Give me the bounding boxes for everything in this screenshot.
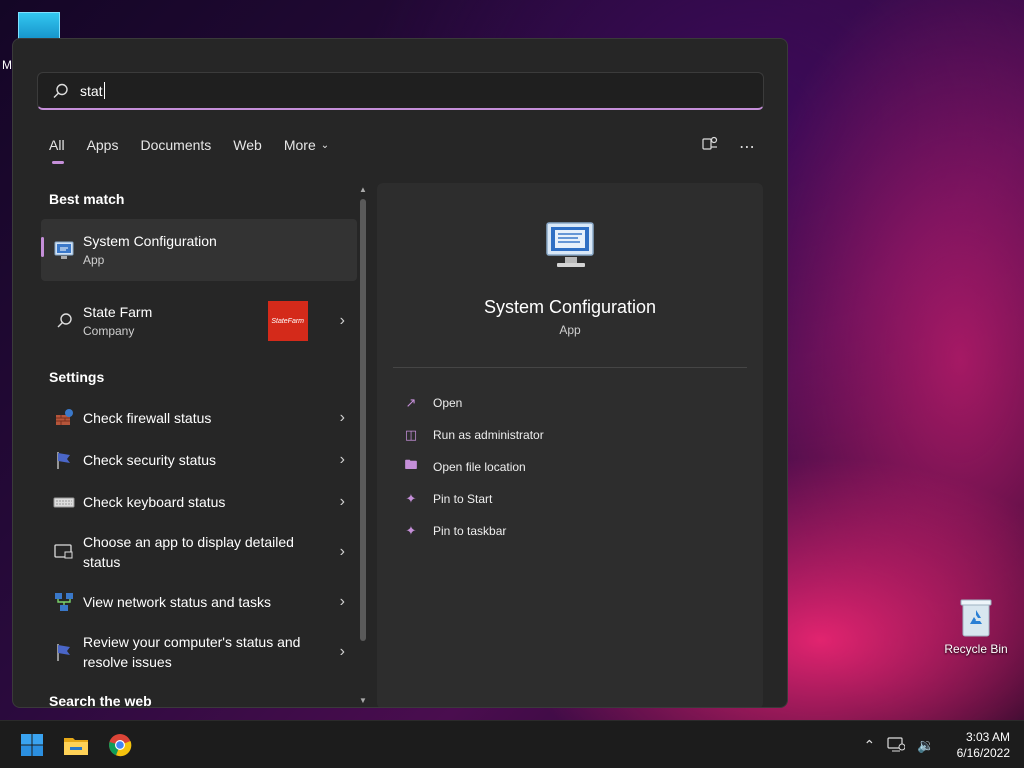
pin-to-taskbar-action[interactable]: ✦ Pin to taskbar bbox=[403, 515, 544, 547]
system-tray: ⌃ 🔉 3:03 AM 6/16/2022 bbox=[863, 721, 1010, 768]
pin-icon: ✦ bbox=[405, 523, 417, 538]
settings-item[interactable]: View network status and tasks › bbox=[41, 581, 357, 623]
chevron-right-icon[interactable]: › bbox=[340, 409, 345, 427]
tab-apps-label: Apps bbox=[86, 137, 119, 153]
keyboard-icon bbox=[53, 497, 75, 508]
settings-item-label: Choose an app to display detailed status bbox=[83, 534, 294, 570]
settings-item[interactable]: Check firewall status › bbox=[41, 397, 357, 439]
clock-time: 3:03 AM bbox=[965, 730, 1010, 744]
chevron-right-icon[interactable]: › bbox=[340, 451, 345, 469]
scrollbar-thumb[interactable] bbox=[360, 199, 366, 641]
text-caret bbox=[103, 82, 105, 99]
results-list: Best match System Configuration App Stat… bbox=[41, 179, 357, 708]
open-icon: ↗ bbox=[405, 395, 417, 410]
details-actions: ↗ Open ◫ Run as administrator 🖿 Open fil… bbox=[403, 387, 544, 547]
details-type: App bbox=[559, 323, 581, 337]
company-logo-thumbnail: StateFarm bbox=[267, 301, 308, 341]
search-icon bbox=[53, 83, 68, 98]
firewall-icon bbox=[56, 409, 73, 425]
details-divider bbox=[393, 367, 747, 368]
search-icon bbox=[57, 313, 72, 328]
settings-item[interactable]: Check keyboard status › bbox=[41, 481, 357, 523]
tab-documents-label: Documents bbox=[140, 137, 212, 153]
tab-more[interactable]: More ⌄ bbox=[284, 137, 329, 153]
best-match-subtitle: App bbox=[83, 253, 105, 267]
settings-item[interactable]: Review your computer's status and resolv… bbox=[41, 623, 357, 681]
open-action[interactable]: ↗ Open bbox=[403, 387, 544, 419]
chevron-down-icon: ⌄ bbox=[320, 139, 330, 151]
tab-documents[interactable]: Documents bbox=[140, 137, 211, 153]
tab-more-label: More bbox=[283, 137, 316, 153]
filter-tabs: All Apps Documents Web More ⌄ bbox=[49, 137, 351, 164]
details-pane: System Configuration App ↗ Open ◫ Run as… bbox=[377, 183, 763, 707]
windows-start-icon[interactable] bbox=[16, 729, 48, 761]
results-scrollbar[interactable]: ▲ ▼ bbox=[357, 185, 369, 705]
company-result-item[interactable]: State Farm Company StateFarm › bbox=[41, 285, 357, 357]
folder-icon: 🖿 bbox=[404, 457, 418, 472]
clock[interactable]: 3:03 AM 6/16/2022 bbox=[957, 729, 1010, 761]
settings-item-label: Review your computer's status and resolv… bbox=[83, 634, 301, 670]
settings-item[interactable]: Check security status › bbox=[41, 439, 357, 481]
taskbar: ⌃ 🔉 3:03 AM 6/16/2022 bbox=[0, 720, 1024, 768]
desktop-icon-label: M bbox=[2, 58, 12, 72]
shield-icon: ◫ bbox=[404, 427, 418, 442]
chevron-right-icon[interactable]: › bbox=[340, 643, 345, 661]
run-as-admin-label: Run as administrator bbox=[433, 428, 544, 442]
best-match-header: Best match bbox=[49, 191, 125, 207]
settings-item-label: View network status and tasks bbox=[83, 594, 272, 610]
tab-web-label: Web bbox=[233, 137, 262, 153]
clock-date: 6/16/2022 bbox=[956, 746, 1010, 760]
open-action-label: Open bbox=[433, 396, 463, 410]
pin-to-start-action[interactable]: ✦ Pin to Start bbox=[403, 483, 544, 515]
panel-top-actions: ⋯ bbox=[701, 135, 755, 158]
settings-item-label: Check firewall status bbox=[83, 410, 212, 426]
tab-all-label: All bbox=[49, 137, 65, 153]
tab-web[interactable]: Web bbox=[233, 137, 262, 153]
pin-to-taskbar-label: Pin to taskbar bbox=[433, 524, 507, 538]
settings-header: Settings bbox=[49, 369, 105, 385]
scroll-up-icon[interactable]: ▲ bbox=[357, 185, 369, 194]
best-match-item[interactable]: System Configuration App bbox=[41, 219, 357, 281]
volume-icon[interactable]: 🔉 bbox=[917, 737, 934, 754]
chevron-right-icon[interactable]: › bbox=[340, 543, 345, 561]
more-options-icon[interactable]: ⋯ bbox=[739, 137, 755, 157]
search-box[interactable]: stat bbox=[37, 72, 764, 110]
recycle-bin-label: Recycle Bin bbox=[944, 642, 1008, 656]
open-file-location-action[interactable]: 🖿 Open file location bbox=[403, 451, 544, 483]
show-hidden-icons-chevron-icon[interactable]: ⌃ bbox=[863, 737, 875, 754]
chevron-right-icon[interactable]: › bbox=[340, 312, 345, 330]
pin-icon: ✦ bbox=[405, 491, 417, 506]
scroll-down-icon[interactable]: ▼ bbox=[357, 696, 369, 705]
open-file-location-label: Open file location bbox=[433, 460, 526, 474]
company-title: State Farm bbox=[83, 304, 153, 320]
best-match-title: System Configuration bbox=[83, 233, 217, 249]
system-config-icon bbox=[54, 241, 74, 259]
recycle-bin-icon bbox=[958, 596, 994, 638]
recycle-bin[interactable]: Recycle Bin bbox=[940, 596, 1012, 656]
search-panel: stat All Apps Documents Web More ⌄ ⋯ Best… bbox=[12, 38, 788, 708]
network-status-icon[interactable] bbox=[887, 736, 906, 755]
file-explorer-icon[interactable] bbox=[60, 729, 92, 761]
pin-to-start-label: Pin to Start bbox=[433, 492, 493, 506]
settings-item[interactable]: Choose an app to display detailed status… bbox=[41, 523, 357, 581]
chrome-icon[interactable] bbox=[104, 729, 136, 761]
settings-item-label: Check security status bbox=[83, 452, 217, 468]
tab-apps[interactable]: Apps bbox=[87, 137, 119, 153]
flag-icon bbox=[57, 452, 70, 469]
lock-screen-icon bbox=[54, 544, 73, 559]
share-icon[interactable] bbox=[701, 135, 719, 158]
company-subtitle: Company bbox=[83, 324, 135, 338]
system-config-icon bbox=[546, 222, 594, 267]
chevron-right-icon[interactable]: › bbox=[340, 493, 345, 511]
tab-all[interactable]: All bbox=[49, 137, 65, 164]
settings-item-label: Check keyboard status bbox=[83, 494, 226, 510]
details-title: System Configuration bbox=[483, 297, 657, 317]
run-as-admin-action[interactable]: ◫ Run as administrator bbox=[403, 419, 544, 451]
chevron-right-icon[interactable]: › bbox=[340, 593, 345, 611]
network-icon bbox=[55, 593, 73, 611]
search-input[interactable]: stat bbox=[80, 83, 103, 99]
search-web-header: Search the web bbox=[49, 693, 152, 708]
flag-icon bbox=[57, 644, 70, 661]
